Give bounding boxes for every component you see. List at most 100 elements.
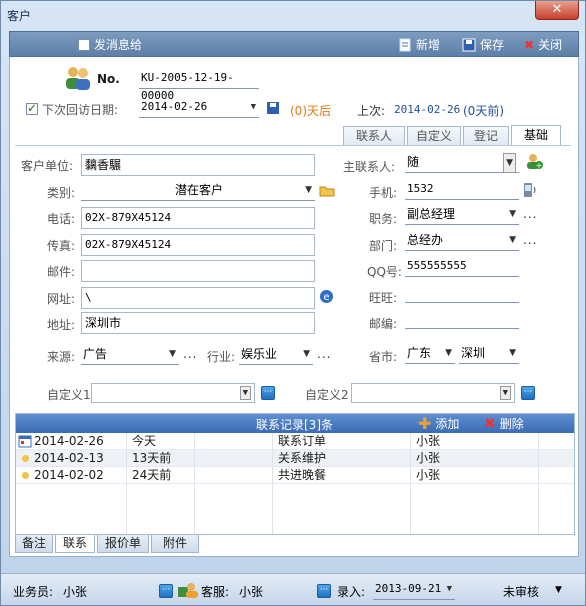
- close-button[interactable]: ✖ 关闭: [524, 36, 562, 53]
- tab-contacts[interactable]: 联系人: [343, 126, 405, 146]
- table-row[interactable]: 2014-02-26 今天 联系订单 小张: [16, 433, 574, 450]
- floppy-disk-icon: [462, 38, 476, 51]
- status-bar: 业务员: 小张 ··· 客服: 小张 ··· 录入: 2013-09-21 ▼ …: [1, 573, 585, 605]
- tab-attachments[interactable]: 附件: [151, 535, 199, 553]
- position-value: 副总经理: [407, 207, 456, 221]
- floppy-disk-icon[interactable]: [266, 101, 280, 115]
- department-more-button[interactable]: ...: [523, 233, 537, 247]
- entry-label: 录入:: [337, 585, 366, 599]
- city-select[interactable]: 深圳 ▼: [459, 344, 519, 364]
- next-visit-date-picker[interactable]: 2014-02-26 ▼: [139, 98, 259, 118]
- table-row[interactable]: 2014-02-13 13天前 关系维护 小张: [16, 450, 574, 467]
- tab-register[interactable]: 登记: [463, 126, 509, 146]
- mobile-label: 手机:: [369, 186, 398, 200]
- tab-contact[interactable]: 联系: [55, 535, 95, 553]
- add-contact-icon[interactable]: +: [525, 152, 543, 170]
- industry-select[interactable]: 娱乐业 ▼: [239, 345, 313, 365]
- service-more-button[interactable]: ···: [317, 584, 331, 598]
- source-select[interactable]: 广告 ▼: [81, 345, 179, 365]
- table-row[interactable]: 2014-02-02 24天前 共进晚餐 小张: [16, 467, 574, 484]
- row-ago: 13天前: [132, 451, 172, 465]
- tab-basic[interactable]: 基础: [511, 125, 561, 146]
- next-visit-date-value: 2014-02-26: [141, 100, 208, 113]
- folder-icon[interactable]: [319, 184, 335, 197]
- fax-input[interactable]: 02X-879X45124: [81, 234, 315, 256]
- row-date: 2014-02-13: [34, 451, 104, 465]
- company-label: 客户单位:: [21, 159, 74, 173]
- new-document-icon: [399, 38, 411, 51]
- tab-notes[interactable]: 备注: [15, 535, 53, 553]
- source-label: 来源:: [47, 350, 76, 364]
- add-record-button[interactable]: ✚ 添加: [418, 415, 459, 432]
- internet-explorer-icon[interactable]: e: [319, 289, 334, 304]
- position-more-button[interactable]: ...: [523, 207, 537, 221]
- row-subject: 共进晚餐: [278, 468, 327, 482]
- save-button[interactable]: 保存: [462, 36, 504, 53]
- salesman-more-button[interactable]: ···: [159, 584, 173, 598]
- chevron-down-icon: ▼: [503, 153, 516, 173]
- chevron-down-icon: ▼: [509, 235, 516, 245]
- industry-more-button[interactable]: ...: [317, 347, 331, 361]
- row-ago: 24天前: [132, 468, 172, 482]
- chevron-down-icon: ▼: [499, 386, 511, 400]
- customer-service-icon: [178, 583, 198, 598]
- row-subject: 联系订单: [278, 434, 327, 448]
- send-message-label: 发消息给: [94, 38, 143, 52]
- column-divider: [194, 433, 195, 534]
- website-input[interactable]: \: [81, 287, 315, 309]
- company-input[interactable]: 黐香𩥇: [81, 154, 315, 176]
- custom1-more-button[interactable]: ···: [261, 386, 275, 400]
- row-ago: 今天: [132, 434, 157, 448]
- window-close-button[interactable]: ✕: [535, 1, 579, 20]
- no-field[interactable]: KU-2005-12-19-00000: [139, 69, 259, 102]
- department-value: 总经办: [407, 233, 444, 247]
- calendar-icon: [18, 435, 32, 448]
- address-input[interactable]: 深圳市: [81, 312, 315, 334]
- main-contact-select[interactable]: 随 ▼: [405, 153, 519, 173]
- source-more-button[interactable]: ...: [183, 347, 197, 361]
- qq-input[interactable]: 555555555: [405, 257, 519, 277]
- tab-custom[interactable]: 自定义: [407, 126, 461, 146]
- send-message-toggle[interactable]: 发消息给: [78, 36, 142, 53]
- svg-text:e: e: [323, 292, 329, 303]
- custom2-select[interactable]: ▼: [351, 383, 515, 403]
- entry-date-picker[interactable]: 2013-09-21 ▼: [373, 580, 455, 600]
- custom1-select[interactable]: ▼: [91, 383, 255, 403]
- next-visit-checkbox[interactable]: [26, 101, 38, 115]
- chevron-down-icon[interactable]: ▼: [555, 585, 562, 595]
- position-label: 职务:: [369, 212, 398, 226]
- audit-status[interactable]: 未审核: [503, 583, 539, 600]
- grid-title: 联系记录[3]条: [256, 418, 333, 432]
- chevron-down-icon: ▼: [509, 348, 516, 358]
- wangwang-label: 旺旺:: [369, 291, 398, 305]
- department-label: 部门:: [369, 239, 398, 253]
- row-subject: 关系维护: [278, 451, 327, 465]
- send-message-checkbox[interactable]: [78, 38, 90, 51]
- postcode-input[interactable]: [405, 309, 519, 329]
- delete-record-button[interactable]: ✖ 删除: [484, 415, 524, 432]
- mobile-phone-icon[interactable]: [521, 182, 537, 198]
- wangwang-input[interactable]: [405, 283, 519, 303]
- save-label: 保存: [480, 38, 505, 52]
- add-record-label: 添加: [435, 417, 460, 431]
- department-select[interactable]: 总经办 ▼: [405, 231, 519, 251]
- chevron-down-icon: ▼: [446, 584, 452, 594]
- column-divider: [272, 433, 273, 534]
- entry-date-value: 2013-09-21: [375, 582, 442, 595]
- customer-window: 客户 ✕ 发消息给 新增 保存 ✖ 关闭 No. KU-2005-12-19-0…: [0, 0, 586, 606]
- position-select[interactable]: 副总经理 ▼: [405, 205, 519, 225]
- add-button[interactable]: 新增: [398, 36, 440, 53]
- category-select[interactable]: 潜在客户 ▼: [81, 181, 315, 201]
- custom2-more-button[interactable]: ···: [521, 386, 535, 400]
- mobile-input[interactable]: 1532: [405, 180, 519, 200]
- province-select[interactable]: 广东 ▼: [405, 344, 455, 364]
- phone-input[interactable]: 02X-879X45124: [81, 207, 315, 229]
- postcode-label: 邮编:: [369, 317, 398, 331]
- status-dot-icon: [22, 455, 29, 462]
- chevron-down-icon: ▼: [509, 209, 516, 219]
- row-person: 小张: [416, 468, 441, 482]
- salesman-label: 业务员:: [13, 585, 54, 599]
- tab-quotation[interactable]: 报价单: [97, 535, 149, 553]
- email-input[interactable]: [81, 260, 315, 282]
- chevron-down-icon: ▼: [250, 102, 256, 112]
